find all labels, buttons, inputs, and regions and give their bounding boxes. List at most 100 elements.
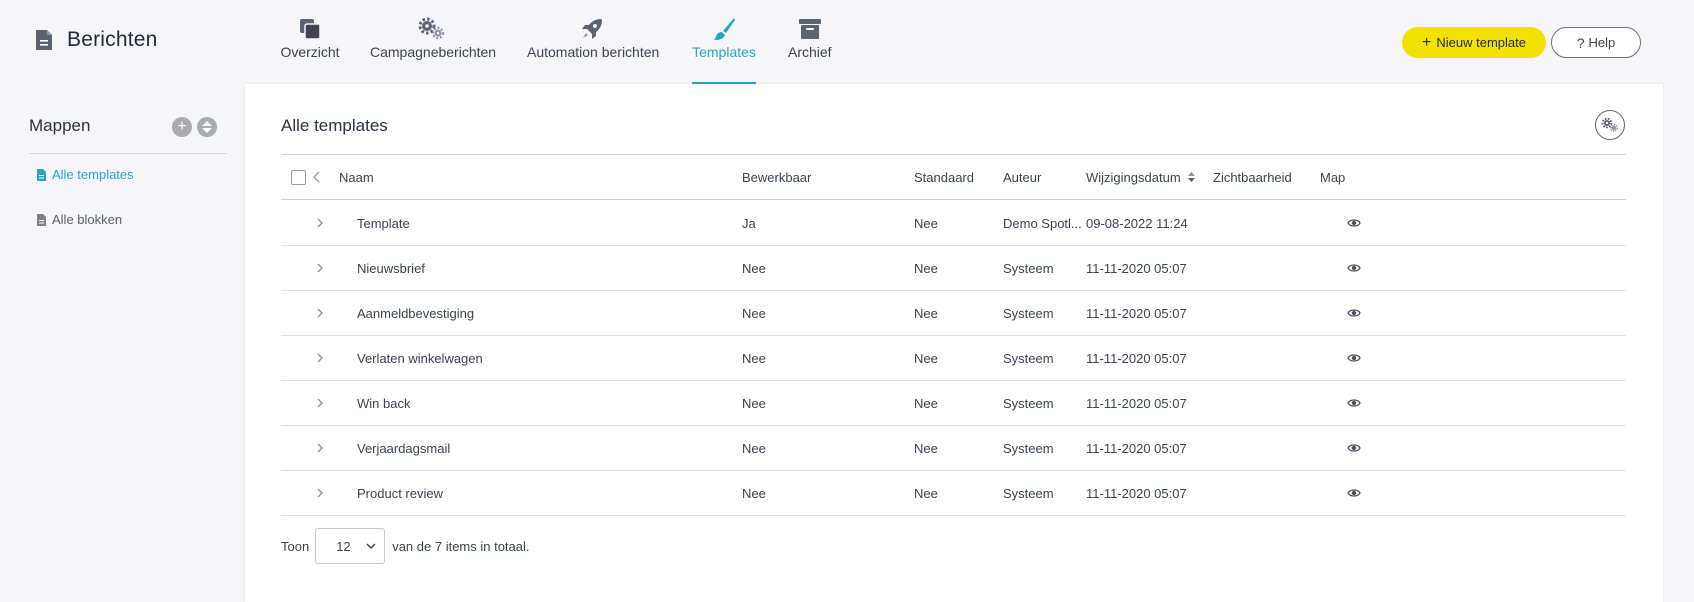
table-settings-button[interactable] [1595,110,1625,140]
cell-wijzigingsdatum: 11-11-2020 05:07 [1086,441,1187,456]
eye-icon[interactable] [1347,217,1361,229]
eye-icon[interactable] [1347,487,1361,499]
cell-naam[interactable]: Win back [357,381,410,426]
column-header-label: Wijzigingsdatum [1086,170,1181,185]
sidebar-item-label: Alle blokken [52,212,123,227]
folders-sidebar: Mappen + Alle templates Alle blokken [0,84,244,602]
tab-campagneberichten[interactable]: Campagneberichten [370,0,497,84]
chevron-right-icon[interactable] [313,441,327,455]
cell-auteur: Systeem [1003,261,1054,276]
eye-icon[interactable] [1347,352,1361,364]
table-row[interactable]: Product review Nee Nee Systeem 11-11-202… [281,471,1626,516]
cell-wijzigingsdatum: 09-08-2022 11:24 [1086,216,1188,231]
cell-wijzigingsdatum: 11-11-2020 05:07 [1086,396,1187,411]
chevron-right-icon[interactable] [313,216,327,230]
column-header-bewerkbaar[interactable]: Bewerkbaar [742,155,811,200]
sort-icon [202,121,212,133]
cell-naam[interactable]: Template [357,201,410,246]
cell-bewerkbaar: Nee [742,486,766,501]
table-row[interactable]: Aanmeldbevestiging Nee Nee Systeem 11-11… [281,291,1626,336]
pagination-footer: Toon 12 van de 7 items in totaal. [281,528,530,564]
archive-box-icon [796,16,824,42]
column-header-naam[interactable]: Naam [339,155,374,200]
cell-auteur: Systeem [1003,351,1054,366]
cell-auteur: Systeem [1003,306,1054,321]
select-all-checkbox[interactable] [291,170,306,185]
total-items-text: van de 7 items in totaal. [392,538,530,554]
question-icon: ? [1576,34,1585,51]
cell-wijzigingsdatum: 11-11-2020 05:07 [1086,486,1187,501]
tab-archief[interactable]: Archief [788,0,832,84]
page-size-value: 12 [336,538,351,554]
sidebar-item-alle-blokken[interactable]: Alle blokken [37,212,122,227]
folders-title: Mappen [29,116,91,135]
gears-icon [1601,117,1618,132]
cell-auteur: Demo Spotl... [1003,216,1082,231]
plus-icon: + [1422,33,1432,51]
document-icon [36,30,52,50]
cell-naam[interactable]: Product review [357,471,443,516]
sort-folders-button[interactable] [197,117,217,137]
gears-icon [418,16,446,42]
cell-standaard: Nee [914,441,938,456]
eye-icon[interactable] [1347,397,1361,409]
cell-bewerkbaar: Nee [742,261,766,276]
sidebar-item-alle-templates[interactable]: Alle templates [37,167,134,182]
cell-bewerkbaar: Nee [742,396,766,411]
cell-wijzigingsdatum: 11-11-2020 05:07 [1086,306,1187,321]
column-header-standaard[interactable]: Standaard [914,155,974,200]
sidebar-item-label: Alle templates [52,167,134,182]
page-size-select[interactable]: 12 [315,528,386,564]
eye-icon[interactable] [1347,307,1361,319]
show-label: Toon [281,538,310,554]
eye-icon[interactable] [1347,262,1361,274]
cell-naam[interactable]: Aanmeldbevestiging [357,291,474,336]
app-title-text: Berichten [67,28,158,51]
add-folder-button[interactable]: + [172,117,192,137]
tab-automation-berichten[interactable]: Automation berichten [527,0,659,84]
collapse-all-icon[interactable] [313,171,321,183]
new-template-button[interactable]: + Nieuw template [1402,27,1546,58]
help-button[interactable]: ? Help [1551,27,1641,58]
chevron-right-icon[interactable] [313,261,327,275]
cell-standaard: Nee [914,351,938,366]
tab-label: Campagneberichten [370,44,497,60]
cell-wijzigingsdatum: 11-11-2020 05:07 [1086,261,1187,276]
tab-templates[interactable]: Templates [692,0,756,84]
table-row[interactable]: Win back Nee Nee Systeem 11-11-2020 05:0… [281,381,1626,426]
cell-naam[interactable]: Verjaardagsmail [357,426,450,471]
cell-naam[interactable]: Verlaten winkelwagen [357,336,483,381]
table-row[interactable]: Nieuwsbrief Nee Nee Systeem 11-11-2020 0… [281,246,1626,291]
tab-label: Overzicht [280,44,340,60]
table-header: Naam Bewerkbaar Standaard Auteur Wijzigi… [281,155,1626,200]
column-header-map[interactable]: Map [1320,155,1345,200]
table-row[interactable]: Template Ja Nee Demo Spotl... 09-08-2022… [281,201,1626,246]
table-row[interactable]: Verlaten winkelwagen Nee Nee Systeem 11-… [281,336,1626,381]
templates-panel: Alle templates Naam Bewerkbaar Standaard… [245,84,1663,602]
chevron-down-icon [366,543,376,549]
new-template-label: Nieuw template [1436,35,1526,50]
column-header-zichtbaarheid[interactable]: Zichtbaarheid [1213,155,1292,200]
eye-icon[interactable] [1347,442,1361,454]
cell-bewerkbaar: Ja [742,216,756,231]
chevron-right-icon[interactable] [313,396,327,410]
cell-auteur: Systeem [1003,441,1054,456]
rocket-icon [578,16,606,42]
app-title: Berichten [35,28,158,52]
cell-auteur: Systeem [1003,486,1054,501]
overview-icon [296,16,324,42]
help-label: Help [1588,35,1616,50]
document-icon [37,213,46,226]
document-icon [37,168,46,181]
chevron-right-icon[interactable] [313,306,327,320]
cell-naam[interactable]: Nieuwsbrief [357,246,425,291]
cell-standaard: Nee [914,306,938,321]
table-row[interactable]: Verjaardagsmail Nee Nee Systeem 11-11-20… [281,426,1626,471]
column-header-auteur[interactable]: Auteur [1003,155,1041,200]
cell-bewerkbaar: Nee [742,441,766,456]
column-header-wijzigingsdatum[interactable]: Wijzigingsdatum [1086,155,1196,200]
chevron-right-icon[interactable] [313,351,327,365]
chevron-right-icon[interactable] [313,486,327,500]
tab-overzicht[interactable]: Overzicht [280,0,340,84]
cell-bewerkbaar: Nee [742,306,766,321]
